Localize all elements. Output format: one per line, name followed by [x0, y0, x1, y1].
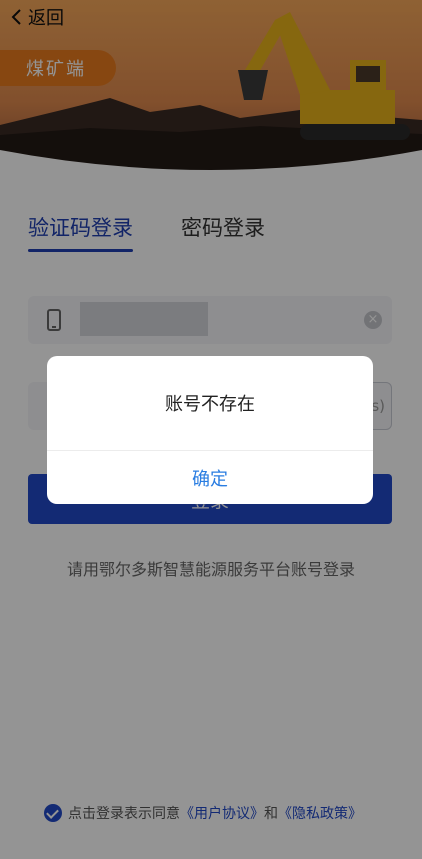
login-screen: 返回 煤矿端 验证码登录 密码登录 × s) 登录 请用鄂尔多斯智慧能源服务平台… [0, 0, 422, 859]
alert-dialog: 账号不存在 确定 [47, 356, 373, 504]
confirm-button[interactable]: 确定 [47, 451, 373, 504]
dialog-message: 账号不存在 [47, 356, 373, 451]
